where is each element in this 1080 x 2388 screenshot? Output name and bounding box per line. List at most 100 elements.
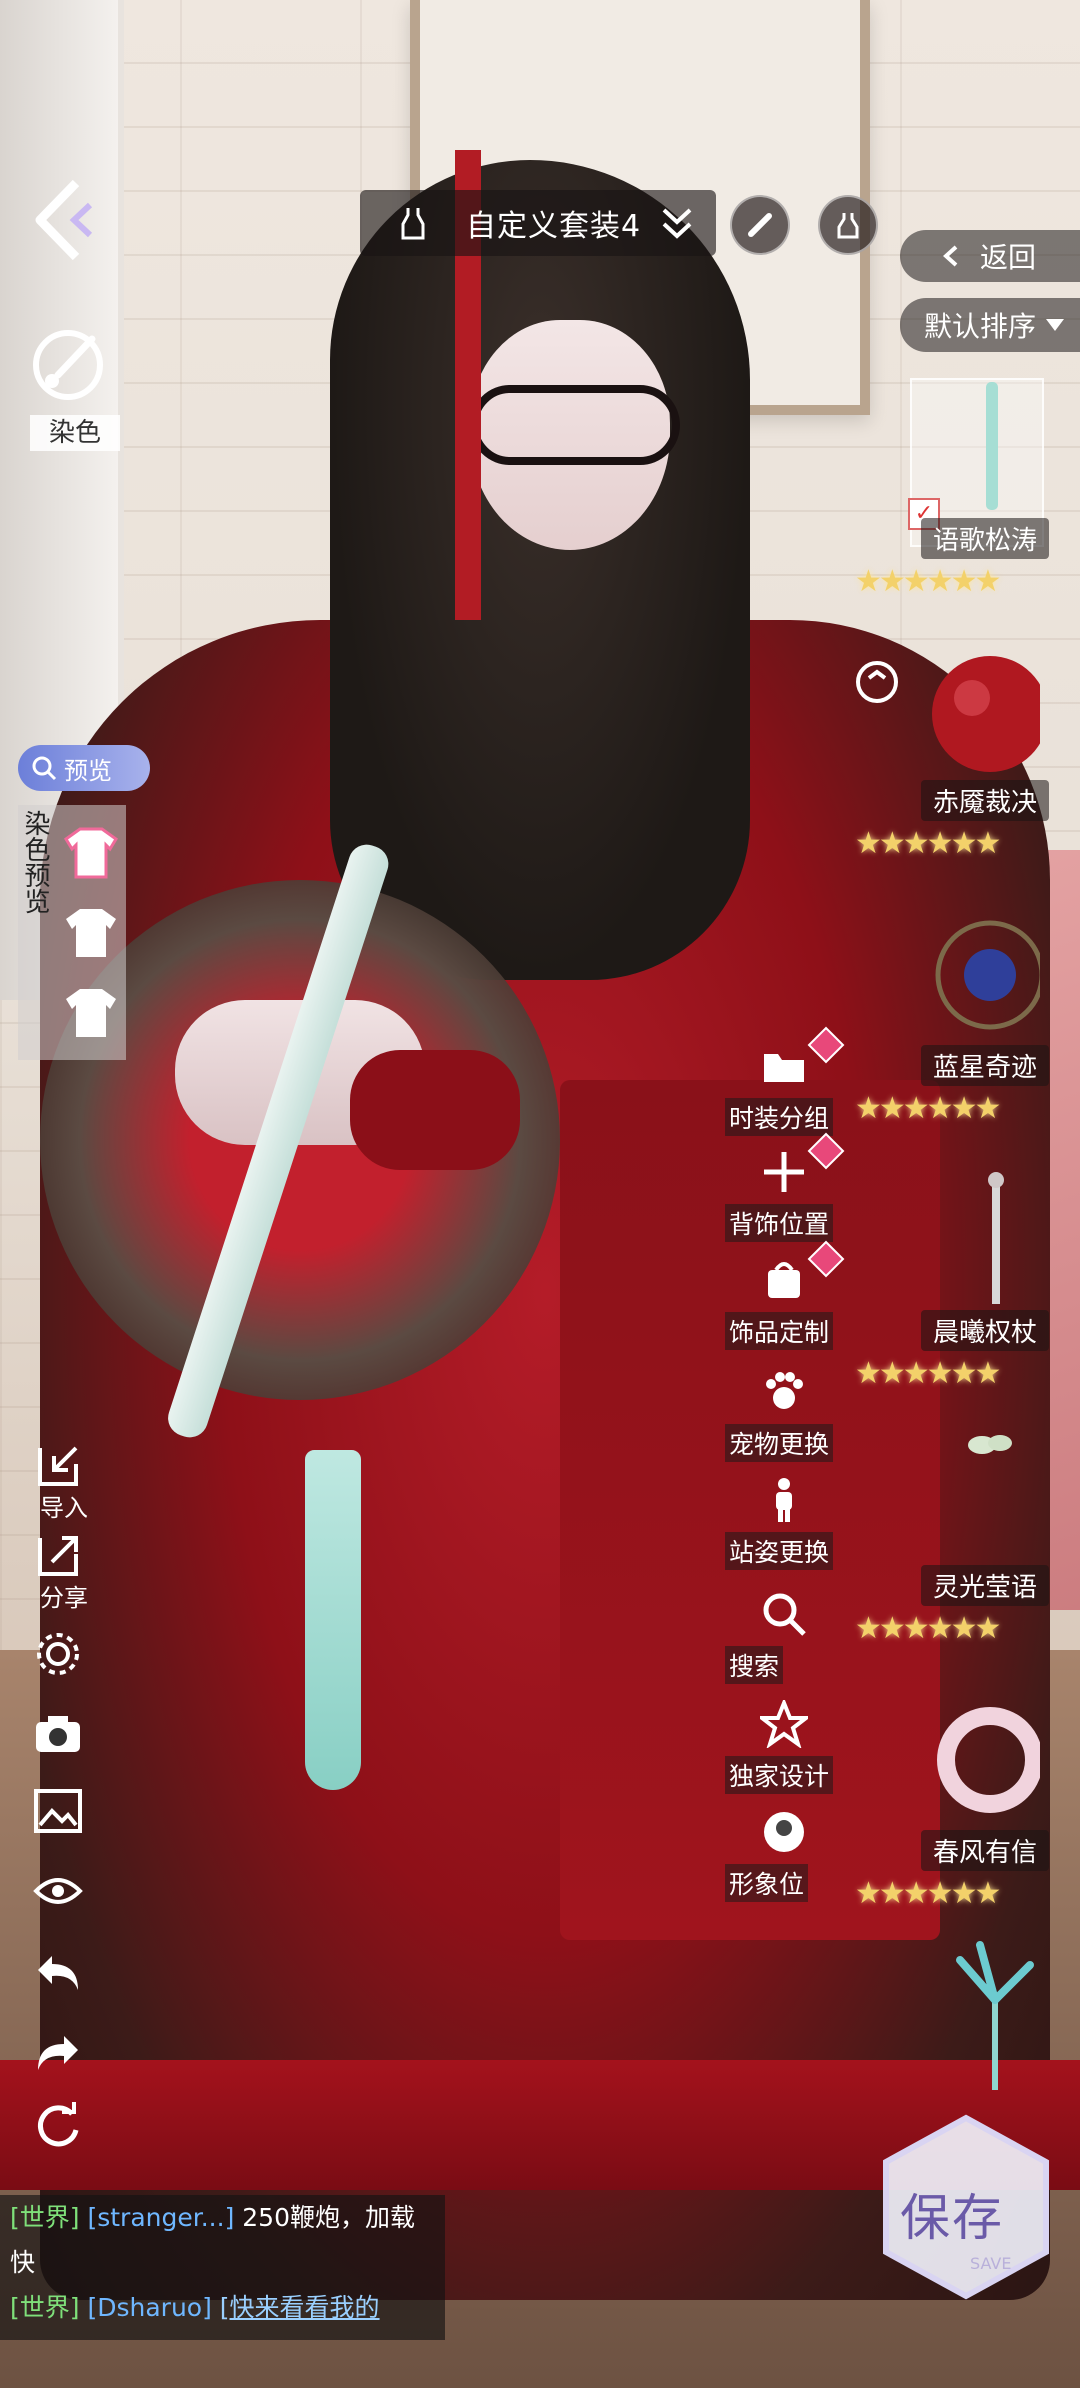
gear-icon [37,1633,79,1675]
return-button[interactable]: 返回 [900,230,1080,282]
item-stars: ★★★★★★ [855,826,1001,861]
share-label: 分享 [40,1584,88,1612]
shirt-pink-icon[interactable] [62,825,120,881]
chat-link[interactable]: [快来看看我的 [220,2293,380,2322]
menu-label: 饰品定制 [725,1312,834,1350]
item-name: 蓝星奇迹 [920,1045,1049,1086]
sort-dropdown[interactable]: 默认排序 [900,298,1080,352]
import-button[interactable]: 导入 [32,1440,96,1522]
search-icon [763,1593,806,1636]
preview-label: 预览 [64,756,112,785]
item-card[interactable]: 赤魇裁决 ★★★★★★ [855,640,1065,861]
menu-pet-change[interactable]: 宠物更换 [725,1368,855,1468]
menu-pose-change[interactable]: 站姿更换 [725,1476,855,1576]
menu-label: 搜索 [725,1646,784,1684]
menu-search[interactable]: 搜索 [725,1590,855,1690]
star-orb-item-icon [935,920,1040,1030]
outfit-icon [837,213,859,239]
menu-back-accessory-position[interactable]: 背饰位置 [725,1148,855,1248]
bag-icon [768,1262,800,1298]
flower-item-icon[interactable] [940,1940,1050,2100]
chat-user[interactable]: [Dsharuo] [87,2293,211,2322]
item-name: 春风有信 [920,1830,1049,1871]
item-card[interactable]: 晨曦权杖 ★★★★★★ [855,1170,1065,1391]
share-button[interactable]: 分享 [32,1530,96,1612]
palette-icon [33,330,103,400]
paw-icon [766,1372,803,1409]
apple-item-icon [932,656,1040,772]
save-label: 保存 [900,2189,1004,2247]
menu-accessory-custom[interactable]: 饰品定制 [725,1256,855,1356]
back-arrow-icon[interactable] [30,175,102,265]
preview-button[interactable]: 预览 [18,745,150,791]
camera-button[interactable] [32,1708,96,1772]
item-card[interactable]: 蓝星奇迹 ★★★★★★ [855,905,1065,1126]
menu-label: 时装分组 [725,1098,834,1136]
reset-button[interactable] [32,2100,96,2164]
folder-icon [764,1054,804,1082]
item-stars: ★★★★★★ [855,564,1001,599]
redo-button[interactable] [32,2028,96,2092]
pen-button[interactable] [730,195,790,255]
chat-line: [世界] [stranger...] 250鞭炮，加载快 [10,2195,435,2285]
dress-icon [401,208,425,240]
save-sub-label: SAVE [970,2254,1012,2273]
undo-icon [38,1956,78,1990]
pen-icon [748,213,772,237]
character-heart-mask [470,385,680,465]
triangle-down-icon [1046,319,1065,331]
item-stars: ★★★★★★ [855,1611,1001,1646]
move-icon [764,1152,804,1192]
item-name: 赤魇裁决 [920,780,1049,821]
star-icon [760,1700,808,1748]
menu-image-slot[interactable]: 形象位 [725,1808,855,1908]
save-button[interactable]: 保存 SAVE [878,2112,1054,2302]
character-glove [350,1050,520,1170]
chat-channel: [世界] [10,2203,80,2232]
chevron-left-icon [943,245,958,267]
reset-icon [38,2102,79,2147]
import-label: 导入 [40,1494,88,1522]
chevron-down-icon[interactable] [660,204,694,242]
return-label: 返回 [980,241,1037,274]
menu-exclusive-design[interactable]: 独家设计 [725,1700,855,1800]
settings-button[interactable] [32,1628,96,1692]
chat-user[interactable]: [stranger...] [87,2203,234,2232]
dye-preview-label: 染色预览 [20,810,50,914]
menu-label: 背饰位置 [725,1204,834,1242]
item-card[interactable]: 春风有信 ★★★★★★ [855,1690,1065,1911]
item-name: 灵光莹语 [920,1565,1049,1606]
undo-button[interactable] [32,1948,96,2012]
item-card[interactable]: 语歌松涛 ★★★★★★ [855,378,1065,599]
butterfly-item-icon [968,1435,1012,1454]
camera-icon [36,1716,80,1752]
outfit-name: 自定义套装4 [466,209,642,244]
person-icon [776,1478,792,1522]
menu-label: 宠物更换 [725,1424,834,1462]
magnifier-icon [32,756,57,781]
menu-fashion-group[interactable]: 时装分组 [725,1042,855,1142]
character-hair [330,160,750,980]
item-stars: ★★★★★★ [855,1876,1001,1911]
eye-icon [33,1878,83,1904]
outfit-selector[interactable]: 自定义套装4 [360,190,716,256]
share-icon [38,1536,78,1576]
wreath-item-icon [937,1707,1040,1813]
gallery-button[interactable] [32,1785,96,1849]
dye-label: 染色 [30,415,120,451]
redo-icon [38,2036,78,2070]
import-icon [38,1446,78,1486]
shirt-icon[interactable] [62,985,120,1041]
menu-label: 站姿更换 [725,1532,834,1570]
image-icon [34,1789,82,1833]
item-card[interactable]: 灵光莹语 ★★★★★★ [855,1425,1065,1646]
character-tassel [305,1450,361,1790]
outfit-button[interactable] [818,195,878,255]
world-chat[interactable]: [世界] [stranger...] 250鞭炮，加载快 [世界] [Dshar… [0,2195,445,2340]
sort-label: 默认排序 [924,310,1037,343]
hide-ui-button[interactable] [32,1865,96,1929]
item-stars: ★★★★★★ [855,1091,1001,1126]
flute-item-icon [986,382,998,510]
item-stars: ★★★★★★ [855,1356,1001,1391]
shirt-white-icon[interactable] [62,905,120,961]
